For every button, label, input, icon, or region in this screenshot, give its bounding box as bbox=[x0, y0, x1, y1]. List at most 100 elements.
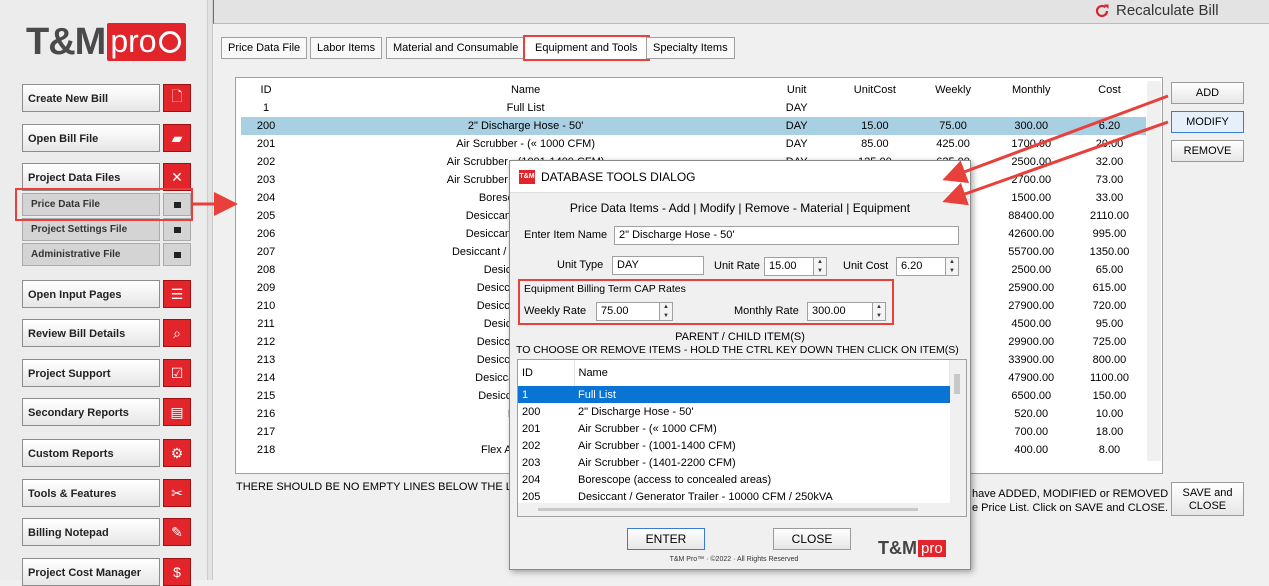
weekly-rate-stepper[interactable]: 75.00 ▲ ▼ bbox=[596, 302, 673, 321]
table-cell bbox=[1073, 99, 1146, 117]
table-cell: 215 bbox=[256, 390, 276, 402]
list-cell: Air Scrubber - (1401-2200 CFM) bbox=[578, 456, 736, 469]
table-cell: 2700.00 bbox=[1011, 174, 1052, 186]
sidebar-item-custom-reports[interactable]: Custom Reports ⚙ bbox=[22, 439, 192, 467]
column-header[interactable]: Monthly bbox=[990, 81, 1073, 99]
list-column-header[interactable]: ID bbox=[518, 360, 575, 386]
monthly-rate-stepper[interactable]: 300.00 ▲ ▼ bbox=[807, 302, 886, 321]
spin-up-icon: ▲ bbox=[876, 304, 882, 310]
list-horizontal-scrollbar[interactable] bbox=[518, 503, 966, 516]
modify-button[interactable]: MODIFY bbox=[1171, 111, 1244, 133]
close-button[interactable]: CLOSE bbox=[773, 528, 851, 550]
notepad-icon[interactable]: ✎ bbox=[163, 518, 191, 546]
new-document-icon[interactable]: 🗋 bbox=[163, 84, 191, 112]
table-cell: 6.20 bbox=[1072, 117, 1146, 135]
column-header[interactable]: Cost bbox=[1073, 81, 1146, 99]
list-item[interactable]: 200 2" Discharge Hose - 50' bbox=[518, 403, 950, 420]
table-cell: 2110.00 bbox=[1090, 210, 1129, 222]
column-header[interactable]: Weekly bbox=[917, 81, 990, 99]
unit-rate-stepper[interactable]: 15.00 ▲ ▼ bbox=[764, 257, 827, 276]
table-cell: 615.00 bbox=[1092, 282, 1127, 294]
square-icon[interactable] bbox=[163, 218, 191, 241]
table-cell: 208 bbox=[256, 264, 276, 276]
tm-pro-logo: T&M pro bbox=[26, 20, 186, 64]
enter-button[interactable]: ENTER bbox=[627, 528, 705, 550]
sidebar-item-open-bill-file[interactable]: Open Bill File ▰ bbox=[22, 124, 192, 152]
list-item[interactable]: 1 Full List bbox=[518, 386, 950, 403]
table-cell: 8.00 bbox=[1098, 444, 1121, 456]
item-name-input[interactable]: 2" Discharge Hose - 50' bbox=[614, 226, 959, 245]
list-item[interactable]: 204 Borescope (access to concealed areas) bbox=[518, 471, 950, 488]
tools-icon[interactable]: ✂ bbox=[163, 479, 191, 507]
add-button[interactable]: ADD bbox=[1171, 82, 1244, 104]
checklist-icon[interactable]: ☑ bbox=[163, 359, 191, 387]
sidebar-item-open-input-pages[interactable]: Open Input Pages ☰ bbox=[22, 280, 192, 308]
sidebar-item-create-new-bill[interactable]: Create New Bill 🗋 bbox=[22, 84, 192, 112]
sidebar-item-label: Project Data Files bbox=[22, 163, 160, 191]
sidebar-item-label: Custom Reports bbox=[22, 439, 160, 467]
column-header[interactable]: ID bbox=[241, 81, 291, 99]
review-magnifier-icon[interactable]: ⌕ bbox=[163, 319, 191, 347]
close-icon[interactable]: ✕ bbox=[949, 167, 962, 187]
sidebar-item-review-bill-details[interactable]: Review Bill Details ⌕ bbox=[22, 319, 192, 347]
list-vertical-scrollbar[interactable] bbox=[950, 360, 966, 505]
table-cell: 1350.00 bbox=[1089, 246, 1130, 258]
dollar-document-icon[interactable]: $ bbox=[163, 558, 191, 586]
pages-icon[interactable]: ☰ bbox=[163, 280, 191, 308]
list-item[interactable]: 201 Air Scrubber - (« 1000 CFM) bbox=[518, 420, 950, 437]
dialog-title: DATABASE TOOLS DIALOG bbox=[541, 169, 696, 184]
sidebar-item-label: Open Input Pages bbox=[22, 280, 160, 308]
unit-cost-stepper[interactable]: 6.20 ▲ ▼ bbox=[896, 257, 959, 276]
column-header[interactable]: Name bbox=[291, 81, 760, 99]
sidebar-item-project-data-files[interactable]: Project Data Files ✕ bbox=[22, 163, 192, 191]
gear-document-icon[interactable]: ⚙ bbox=[163, 439, 191, 467]
ctrl-instructions: TO CHOOSE OR REMOVE ITEMS - HOLD THE CTR… bbox=[516, 344, 959, 356]
sub-item-administrative-file[interactable]: Administrative File bbox=[22, 243, 192, 266]
open-folder-icon[interactable]: ▰ bbox=[163, 124, 191, 152]
table-row[interactable]: 201 Air Scrubber - (« 1000 CFM) DAY 85.00 42… bbox=[241, 135, 1146, 153]
report-icon[interactable]: ▤ bbox=[163, 398, 191, 426]
tab-material-and-consumable[interactable]: Material and Consumable bbox=[386, 37, 526, 59]
table-cell: 210 bbox=[256, 300, 276, 312]
sidebar-item-tools-features[interactable]: Tools & Features ✂ bbox=[22, 479, 192, 507]
table-cell: 212 bbox=[256, 336, 276, 348]
table-row[interactable]: 200 2" Discharge Hose - 50' DAY 15.00 75.00 3… bbox=[241, 117, 1146, 135]
table-row[interactable]: 1 Full List DAY bbox=[241, 99, 1146, 117]
sidebar-divider[interactable] bbox=[207, 0, 213, 580]
close-x-icon[interactable]: ✕ bbox=[163, 163, 191, 191]
sidebar-item-label: Billing Notepad bbox=[22, 518, 160, 546]
list-item[interactable]: 202 Air Scrubber - (1001-1400 CFM) bbox=[518, 437, 950, 454]
square-icon[interactable] bbox=[163, 243, 191, 266]
sidebar-item-label: Review Bill Details bbox=[22, 319, 160, 347]
tab-specialty-items[interactable]: Specialty Items bbox=[646, 37, 735, 59]
sidebar-item-project-cost-manager[interactable]: Project Cost Manager $ bbox=[22, 558, 192, 586]
unit-type-input[interactable]: DAY bbox=[612, 256, 704, 275]
recalculate-bill-button[interactable]: Recalculate Bill bbox=[1094, 2, 1219, 19]
dialog-title-bar[interactable]: T&M DATABASE TOOLS DIALOG bbox=[510, 161, 970, 193]
list-column-header[interactable]: Name bbox=[574, 360, 950, 386]
grid-scrollbar[interactable] bbox=[1147, 81, 1161, 461]
parent-child-heading: PARENT / CHILD ITEM(S) bbox=[675, 331, 805, 343]
table-cell: 55700.00 bbox=[1008, 246, 1055, 258]
sidebar-item-secondary-reports[interactable]: Secondary Reports ▤ bbox=[22, 398, 192, 426]
table-cell: 73.00 bbox=[1095, 174, 1124, 186]
sub-item-project-settings-file[interactable]: Project Settings File bbox=[22, 218, 192, 241]
remove-button[interactable]: REMOVE bbox=[1171, 140, 1244, 162]
price-data-file-highlight bbox=[15, 188, 193, 221]
sidebar-item-project-support[interactable]: Project Support ☑ bbox=[22, 359, 192, 387]
table-cell: 995.00 bbox=[1092, 228, 1127, 240]
tab-price-data-file[interactable]: Price Data File bbox=[221, 37, 308, 59]
table-cell: 800.00 bbox=[1092, 354, 1127, 366]
sidebar-item-label: Secondary Reports bbox=[22, 398, 160, 426]
unit-cost-label: Unit Cost bbox=[843, 260, 889, 272]
column-header[interactable]: Unit bbox=[760, 81, 833, 99]
tab-labor-items[interactable]: Labor Items bbox=[310, 37, 383, 59]
sidebar-item-billing-notepad[interactable]: Billing Notepad ✎ bbox=[22, 518, 192, 546]
parent-child-list[interactable]: ID Name 1 Full List 200 2" Discharge Hose - … bbox=[517, 359, 967, 517]
column-header[interactable]: UnitCost bbox=[833, 81, 916, 99]
weekly-rate-label: Weekly Rate bbox=[524, 305, 587, 317]
tab-equipment-and-tools[interactable]: Equipment and Tools bbox=[523, 35, 650, 61]
list-item[interactable]: 203 Air Scrubber - (1401-2200 CFM) bbox=[518, 454, 950, 471]
save-and-close-button[interactable]: SAVE and CLOSE bbox=[1171, 482, 1244, 516]
table-cell: 27900.00 bbox=[1008, 300, 1055, 312]
